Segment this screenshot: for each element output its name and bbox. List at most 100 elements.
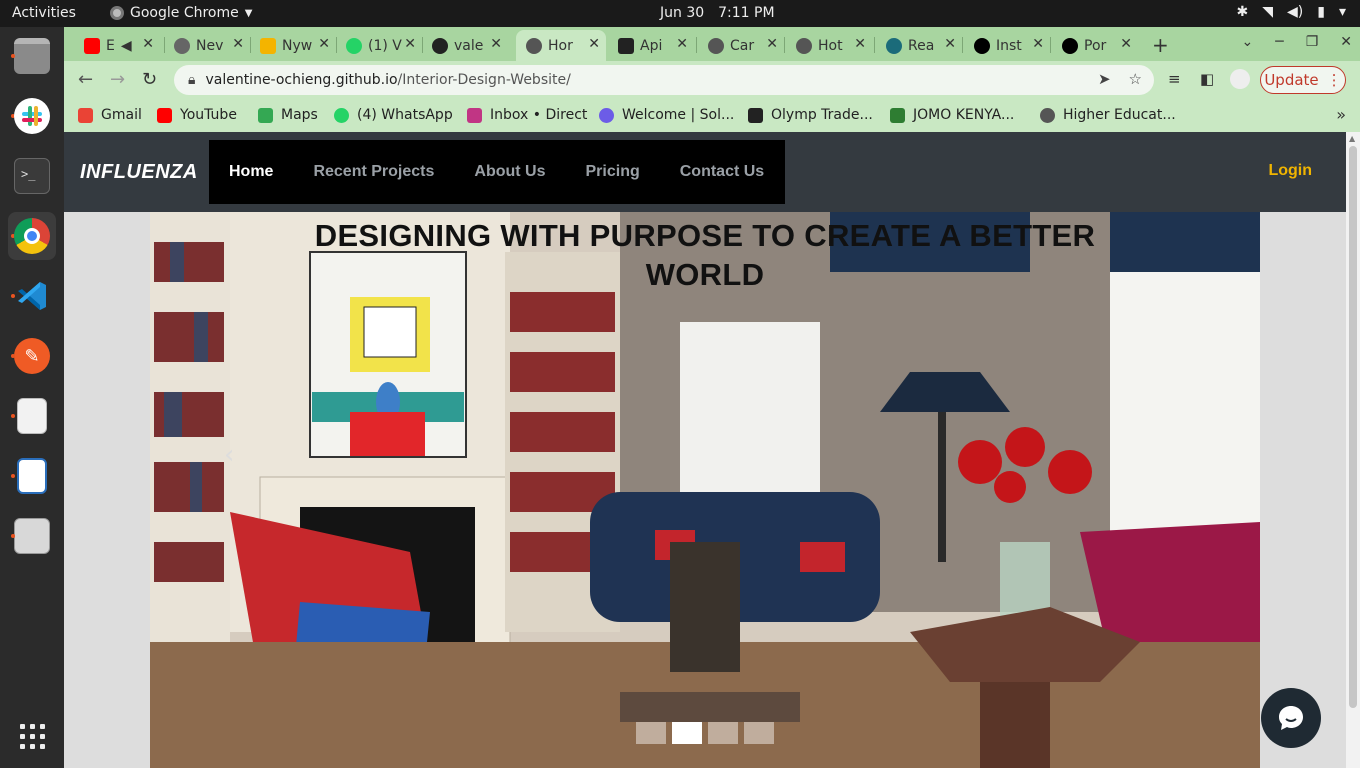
activities-button[interactable]: Activities — [12, 5, 76, 21]
tab[interactable]: Car ✕ — [698, 30, 784, 61]
files-icon — [14, 38, 50, 74]
forward-button[interactable]: → — [110, 69, 125, 90]
tab[interactable]: Nyw ✕ — [250, 30, 336, 61]
tab[interactable]: vale ✕ — [422, 30, 508, 61]
carousel-prev-button[interactable]: ‹ — [224, 440, 234, 470]
back-button[interactable]: ← — [78, 69, 93, 90]
whatsapp-icon — [334, 107, 349, 123]
power-menu-icon[interactable]: ▾ — [1339, 4, 1346, 20]
close-icon[interactable]: ✕ — [490, 36, 502, 52]
tab[interactable]: E ◀ ✕ — [74, 30, 160, 61]
tab-label: Inst — [996, 37, 1022, 54]
bookmark-label: (4) WhatsApp — [357, 107, 453, 123]
nav-pricing[interactable]: Pricing — [586, 163, 640, 181]
chat-icon — [1279, 706, 1303, 730]
document-viewer-launcher[interactable] — [8, 392, 56, 440]
wifi-icon: ◥ — [1262, 4, 1274, 20]
show-applications-button[interactable] — [8, 712, 56, 760]
new-tab-button[interactable]: + — [1152, 33, 1169, 57]
tab-active[interactable]: Hor ✕ — [516, 30, 606, 61]
bookmark-label: Gmail — [101, 107, 142, 123]
bookmark-whatsapp[interactable]: (4) WhatsApp — [334, 107, 453, 123]
slack-launcher[interactable] — [8, 92, 56, 140]
bookmark-sololearn[interactable]: Welcome | Sol... — [599, 107, 734, 123]
bookmarks-overflow-button[interactable]: » — [1336, 105, 1346, 124]
image-viewer-launcher[interactable] — [8, 512, 56, 560]
bookmark-label: Inbox • Direct — [490, 107, 588, 123]
app-menu[interactable]: Google Chrome ▼ — [110, 5, 252, 21]
close-icon[interactable]: ✕ — [404, 36, 416, 52]
more-menu-icon: ⋮ — [1326, 71, 1342, 89]
bookmark-helb[interactable]: Higher Educat... — [1040, 107, 1176, 123]
update-button[interactable]: Update ⋮ — [1260, 66, 1346, 94]
page-scrollbar[interactable]: ▲ — [1346, 132, 1360, 768]
carousel-indicator-active[interactable] — [672, 722, 702, 744]
tab[interactable]: Api ✕ — [608, 30, 694, 61]
writer-launcher[interactable] — [8, 452, 56, 500]
github-icon — [432, 37, 448, 54]
close-icon[interactable]: ✕ — [766, 36, 778, 52]
hero-title: DESIGNING WITH PURPOSE TO CREATE A BETTE… — [314, 218, 1096, 292]
hero-image — [150, 212, 1260, 768]
send-tab-icon[interactable]: ➤ — [1098, 70, 1111, 88]
minimize-button[interactable]: ─ — [1275, 34, 1283, 50]
carousel-indicator[interactable] — [636, 722, 666, 744]
chrome-launcher[interactable] — [8, 212, 56, 260]
carousel-indicators — [636, 722, 774, 744]
system-tray[interactable]: ✱ ◥ ◀) ▮ ▾ — [1237, 4, 1347, 20]
chat-widget-button[interactable] — [1261, 688, 1321, 748]
nav-recent-projects[interactable]: Recent Projects — [313, 163, 434, 181]
scrollbar-thumb[interactable] — [1349, 146, 1357, 708]
address-bar[interactable]: 🔒︎ valentine-ochieng.github.io/Interior-… — [174, 65, 1154, 95]
lock-icon[interactable]: 🔒︎ — [188, 72, 195, 88]
scroll-up-icon[interactable]: ▲ — [1349, 134, 1355, 143]
web-page: INFLUENZA Home Recent Projects About Us … — [64, 132, 1346, 768]
terminal-launcher[interactable]: >_ — [8, 152, 56, 200]
close-icon[interactable]: ✕ — [1032, 36, 1044, 52]
tab-search-icon[interactable]: ⌄ — [1242, 34, 1254, 50]
close-icon[interactable]: ✕ — [588, 36, 600, 52]
close-icon[interactable]: ✕ — [944, 36, 956, 52]
bookmark-maps[interactable]: Maps — [258, 107, 318, 123]
bookmark-gmail[interactable]: Gmail — [78, 107, 142, 123]
side-panel-icon[interactable]: ◧ — [1200, 70, 1214, 88]
close-icon[interactable]: ✕ — [676, 36, 688, 52]
files-launcher[interactable] — [8, 32, 56, 80]
app-name: Google Chrome — [130, 5, 239, 21]
bookmark-youtube[interactable]: YouTube — [157, 107, 237, 123]
carousel-indicator[interactable] — [744, 722, 774, 744]
close-icon[interactable]: ✕ — [232, 36, 244, 52]
carousel-indicator[interactable] — [708, 722, 738, 744]
login-link[interactable]: Login — [1268, 162, 1312, 180]
clock[interactable]: Jun 30 7:11 PM — [660, 5, 789, 21]
close-icon[interactable]: ✕ — [854, 36, 866, 52]
chrome-icon — [110, 6, 124, 20]
bookmark-star-icon[interactable]: ☆ — [1129, 70, 1142, 88]
profile-avatar[interactable] — [1230, 69, 1250, 89]
postman-launcher[interactable]: ✎ — [8, 332, 56, 380]
slack-tray-icon[interactable]: ✱ — [1237, 4, 1249, 20]
reading-list-icon[interactable]: ≡ — [1168, 70, 1181, 88]
vercel-icon — [974, 37, 990, 54]
tab[interactable]: Inst ✕ — [964, 30, 1050, 61]
bookmark-jkuat[interactable]: JOMO KENYA... — [890, 107, 1014, 123]
nav-contact-us[interactable]: Contact Us — [680, 163, 764, 181]
bookmark-olymp[interactable]: Olymp Trade... — [748, 107, 873, 123]
tab[interactable]: Hot ✕ — [786, 30, 872, 61]
tab[interactable]: Nev ✕ — [164, 30, 250, 61]
tab[interactable]: Rea ✕ — [876, 30, 962, 61]
tab[interactable]: Por ✕ — [1052, 30, 1138, 61]
tab[interactable]: (1) V ✕ — [336, 30, 422, 61]
close-icon[interactable]: ✕ — [142, 36, 154, 52]
nav-home[interactable]: Home — [229, 163, 273, 181]
close-icon[interactable]: ✕ — [1120, 36, 1132, 52]
site-brand[interactable]: INFLUENZA — [80, 161, 198, 184]
close-window-button[interactable]: ✕ — [1340, 34, 1352, 50]
vscode-launcher[interactable] — [8, 272, 56, 320]
instagram-icon — [467, 107, 482, 123]
close-icon[interactable]: ✕ — [318, 36, 330, 52]
reload-button[interactable]: ↻ — [142, 69, 157, 90]
bookmark-instagram[interactable]: Inbox • Direct — [467, 107, 587, 123]
restore-button[interactable]: ❐ — [1306, 34, 1319, 50]
nav-about-us[interactable]: About Us — [474, 163, 545, 181]
